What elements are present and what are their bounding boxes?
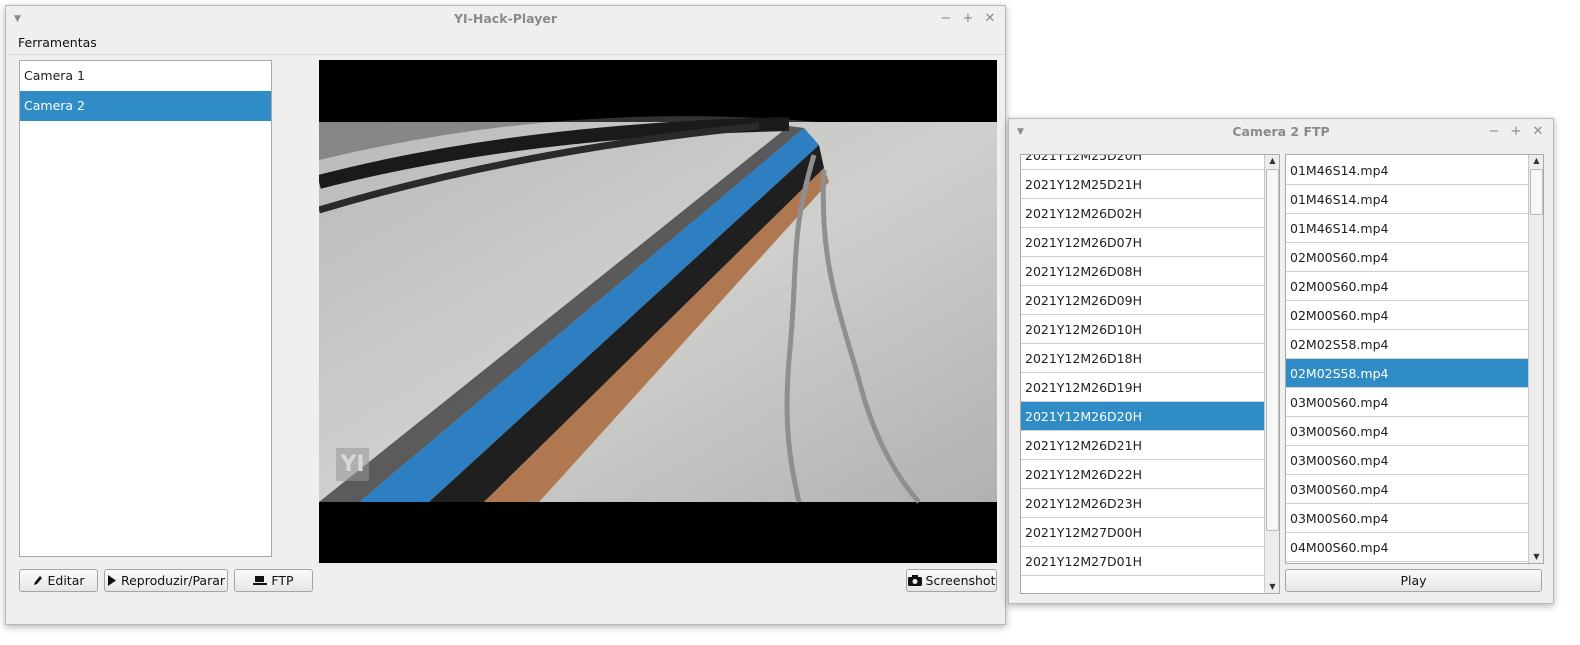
window-menu-icon[interactable]: ▼ [14, 6, 21, 32]
ftp-window-menu-icon[interactable]: ▼ [1017, 119, 1024, 145]
folder-item[interactable]: 2021Y12M26D23H [1021, 489, 1264, 518]
camera-item-2[interactable]: Camera 2 [20, 91, 271, 121]
file-item[interactable]: 04M00S60.mp4 [1286, 533, 1528, 562]
folder-scroll-thumb[interactable] [1266, 169, 1279, 531]
file-item[interactable]: 03M00S60.mp4 [1286, 417, 1528, 446]
file-item[interactable]: 02M00S60.mp4 [1286, 301, 1528, 330]
folder-item[interactable]: 2021Y12M26D18H [1021, 344, 1264, 373]
folder-item[interactable]: 2021Y12M26D02H [1021, 199, 1264, 228]
file-item[interactable]: 02M00S60.mp4 [1286, 243, 1528, 272]
edit-button[interactable]: Editar [19, 569, 98, 592]
video-view[interactable]: YI [319, 60, 997, 563]
file-item[interactable]: 01M46S14.mp4 [1286, 214, 1528, 243]
edit-label: Editar [47, 573, 85, 588]
close-icon[interactable]: ✕ [979, 6, 1001, 32]
folder-item[interactable]: 2021Y12M26D09H [1021, 286, 1264, 315]
screenshot-button[interactable]: Screenshot [906, 569, 997, 592]
ftp-label: FTP [271, 573, 294, 588]
ftp-window-title: Camera 2 FTP [1232, 124, 1330, 139]
file-item[interactable]: 03M00S60.mp4 [1286, 388, 1528, 417]
folder-item[interactable]: 2021Y12M26D22H [1021, 460, 1264, 489]
file-item[interactable]: 03M00S60.mp4 [1286, 504, 1528, 533]
computer-icon [253, 575, 268, 586]
ftp-window: ▼ Camera 2 FTP − + ✕ 2021Y12M25D20H 2021Y… [1008, 118, 1554, 604]
file-item[interactable]: 02M00S60.mp4 [1286, 272, 1528, 301]
ftp-maximize-icon[interactable]: + [1505, 119, 1527, 145]
folder-item[interactable]: 2021Y12M26D20H [1021, 402, 1264, 431]
folder-item[interactable]: 2021Y12M27D00H [1021, 518, 1264, 547]
folder-item[interactable]: 2021Y12M25D20H [1021, 155, 1264, 170]
camera-item-1[interactable]: Camera 1 [20, 61, 271, 91]
menubar: Ferramentas [6, 32, 1005, 55]
camera-list[interactable]: Camera 1 Camera 2 [19, 60, 272, 557]
ftp-titlebar[interactable]: ▼ Camera 2 FTP − + ✕ [1009, 119, 1553, 145]
file-item[interactable]: 03M00S60.mp4 [1286, 475, 1528, 504]
folder-item[interactable]: 2021Y12M26D10H [1021, 315, 1264, 344]
file-item[interactable]: 03M00S60.mp4 [1286, 446, 1528, 475]
folder-item[interactable]: 2021Y12M26D07H [1021, 228, 1264, 257]
pencil-icon [32, 575, 43, 587]
file-scrollbar[interactable]: ▲ ▼ [1528, 155, 1543, 563]
main-window: ▼ YI-Hack-Player − + ✕ Ferramentas Camer… [5, 5, 1006, 625]
ftp-close-icon[interactable]: ✕ [1527, 119, 1549, 145]
window-title: YI-Hack-Player [454, 11, 557, 26]
play-button[interactable]: Play [1285, 569, 1542, 592]
folder-scrollbar[interactable]: ▲ ▼ [1264, 155, 1279, 593]
screenshot-label: Screenshot [925, 573, 996, 588]
ftp-minimize-icon[interactable]: − [1483, 119, 1505, 145]
file-list[interactable]: 01M46S14.mp4 01M46S14.mp4 01M46S14.mp4 02M0… [1285, 154, 1544, 564]
camera-icon [907, 575, 922, 586]
scroll-down-arrow-icon[interactable]: ▼ [1265, 581, 1279, 593]
folder-list[interactable]: 2021Y12M25D20H 2021Y12M25D21H 2021Y12M26D0… [1020, 154, 1280, 594]
main-titlebar[interactable]: ▼ YI-Hack-Player − + ✕ [6, 6, 1005, 32]
folder-item[interactable]: 2021Y12M26D08H [1021, 257, 1264, 286]
file-item[interactable]: 02M02S58.mp4 [1286, 359, 1528, 388]
file-item[interactable]: 02M02S58.mp4 [1286, 330, 1528, 359]
ftp-button[interactable]: FTP [234, 569, 313, 592]
file-scroll-thumb[interactable] [1530, 169, 1543, 215]
play-stop-button[interactable]: Reproduzir/Parar [104, 569, 228, 592]
file-scroll-down-arrow-icon[interactable]: ▼ [1529, 551, 1543, 563]
play-stop-label: Reproduzir/Parar [120, 573, 226, 588]
folder-item[interactable]: 2021Y12M26D21H [1021, 431, 1264, 460]
maximize-icon[interactable]: + [957, 6, 979, 32]
play-icon [107, 575, 117, 586]
minimize-icon[interactable]: − [935, 6, 957, 32]
file-scroll-up-arrow-icon[interactable]: ▲ [1529, 155, 1543, 167]
folder-item[interactable]: 2021Y12M25D21H [1021, 170, 1264, 199]
folder-item[interactable]: 2021Y12M27D01H [1021, 547, 1264, 576]
scroll-up-arrow-icon[interactable]: ▲ [1265, 155, 1279, 167]
file-item[interactable]: 01M46S14.mp4 [1286, 156, 1528, 185]
video-frame [319, 116, 997, 504]
file-item[interactable]: 01M46S14.mp4 [1286, 185, 1528, 214]
play-label: Play [1400, 573, 1427, 588]
folder-item[interactable]: 2021Y12M26D19H [1021, 373, 1264, 402]
menu-ferramentas[interactable]: Ferramentas [18, 35, 97, 50]
yi-watermark: YI [336, 448, 369, 481]
